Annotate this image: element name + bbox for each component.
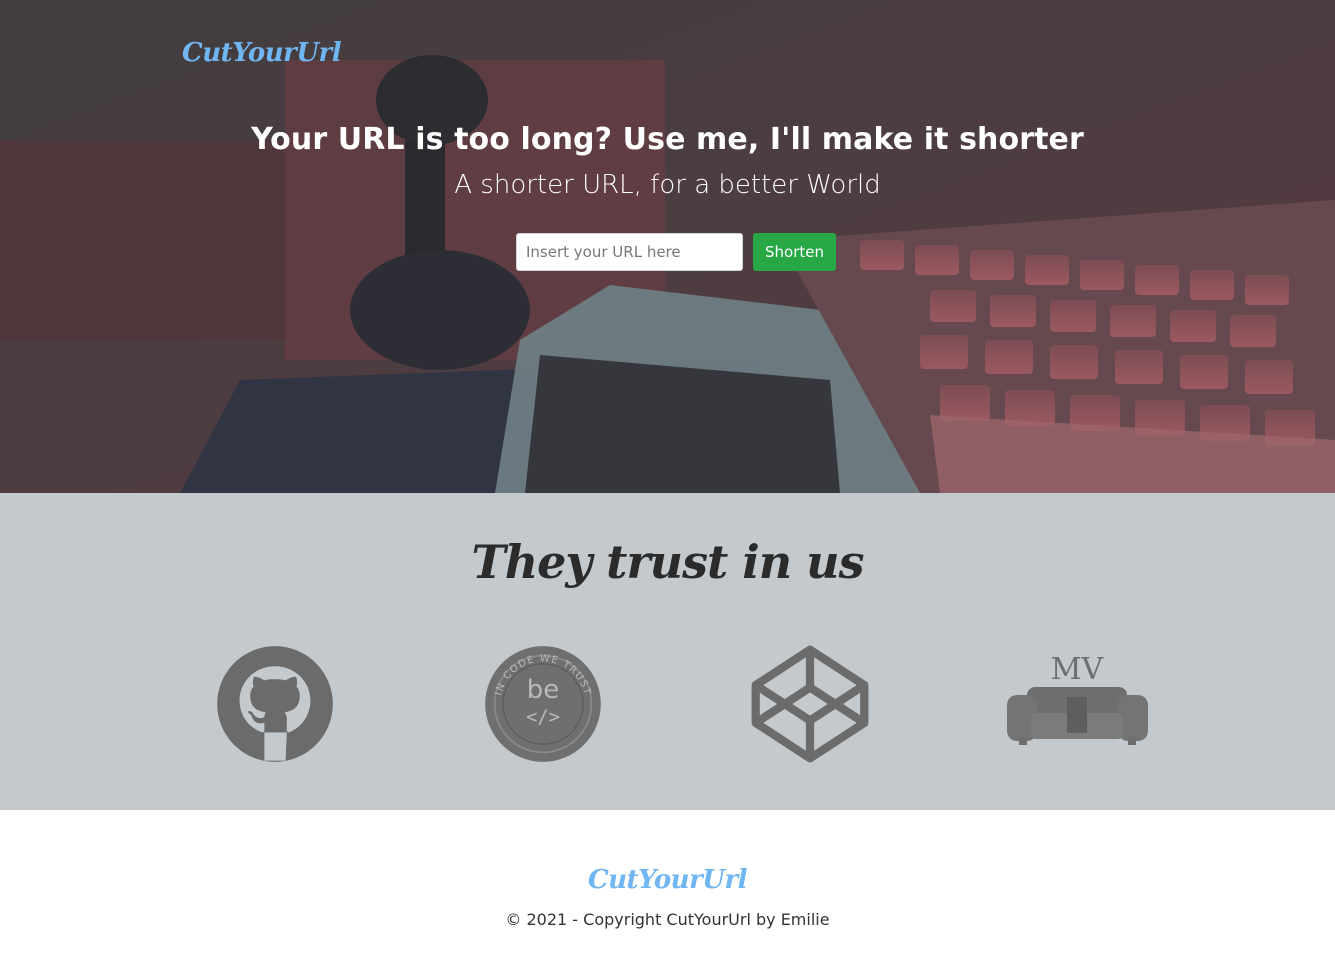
footer: CutYourUrl © 2021 - Copyright CutYourUrl… <box>0 810 1335 966</box>
mv-logo-text: MV <box>1051 652 1105 687</box>
becode-badge-icon: be </> IN CODE WE TRUST <box>485 646 601 762</box>
shorten-button[interactable]: Shorten <box>753 233 836 271</box>
url-input[interactable] <box>516 233 743 271</box>
brand-logo[interactable]: CutYourUrl <box>182 38 342 68</box>
partner-codepen[interactable] <box>751 645 869 763</box>
hero-section: CutYourUrl Your URL is too long? Use me,… <box>0 0 1335 493</box>
trust-section: They trust in us be </> IN CODE WE TRUST <box>0 493 1335 810</box>
codepen-icon <box>751 645 869 763</box>
trust-title: They trust in us <box>471 535 864 589</box>
hero-title: Your URL is too long? Use me, I'll make … <box>251 122 1084 157</box>
becode-be-text: be <box>527 675 559 705</box>
github-icon <box>217 646 333 762</box>
footer-copyright: © 2021 - Copyright CutYourUrl by Emilie <box>505 910 830 929</box>
shorten-form: Shorten <box>516 233 836 271</box>
partner-mv[interactable]: MV <box>1005 645 1150 763</box>
footer-brand-logo[interactable]: CutYourUrl <box>0 865 1335 895</box>
partner-becode[interactable]: be </> IN CODE WE TRUST <box>484 645 602 763</box>
partner-github[interactable] <box>216 645 334 763</box>
sofa-logo-icon: MV <box>1007 652 1148 745</box>
hero-subtitle: A shorter URL, for a better World <box>454 170 881 200</box>
becode-code-text: </> <box>526 706 560 728</box>
